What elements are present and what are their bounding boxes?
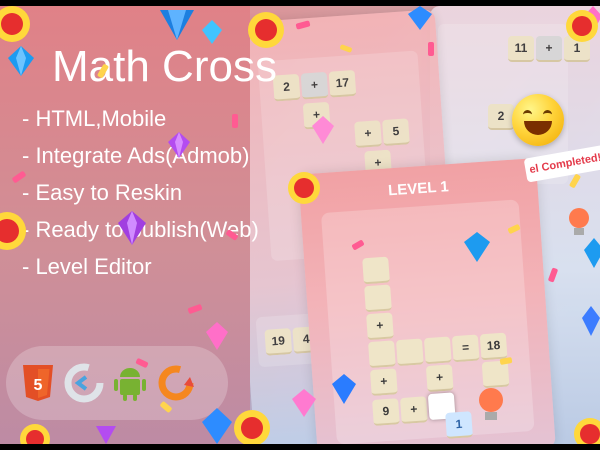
tile: + (536, 36, 562, 62)
tile: 9 (372, 398, 400, 426)
html5-logo-icon: 5 (18, 361, 58, 405)
blue-gem-icon (584, 238, 600, 268)
tile: + (400, 396, 428, 425)
blue-gem-icon (202, 20, 222, 44)
tile[interactable]: 1 (445, 411, 473, 439)
tile[interactable] (362, 256, 390, 285)
tile: 18 (479, 332, 508, 361)
tile[interactable] (481, 360, 510, 389)
starburst-icon (20, 424, 50, 444)
tile: = (451, 334, 480, 363)
blue-gem-icon (408, 6, 432, 30)
tile: + (300, 71, 329, 100)
tile: + (354, 120, 382, 149)
tile[interactable] (423, 336, 452, 365)
tile: 17 (328, 69, 357, 98)
blue-gem-icon (202, 408, 232, 444)
feature-item: - HTML,Mobile (22, 106, 167, 131)
confetti-piece (232, 114, 238, 128)
orange-loop-logo-icon (156, 361, 196, 405)
pink-gem-icon (312, 116, 334, 144)
starburst-icon (0, 212, 26, 250)
blue-gem-icon (160, 10, 194, 40)
feature-item: - Level Editor (22, 254, 152, 279)
tile[interactable] (395, 338, 424, 367)
tech-logo-strip: 5 (6, 346, 228, 420)
feature-list: - HTML,Mobile - Integrate Ads(Admob) - E… (22, 104, 259, 289)
blue-gem-icon (464, 232, 490, 262)
game-screenshot: 11 + 1 2 + 2 + 17 + + 5 + 19 4 LEVEL 1 +… (0, 6, 600, 444)
tile: + (425, 364, 454, 393)
blue-gem-icon (332, 374, 356, 404)
tile[interactable] (364, 284, 392, 313)
pink-gem-icon (292, 389, 316, 417)
purple-gem-icon (118, 211, 146, 245)
feature-item: - Integrate Ads(Admob) (22, 143, 250, 168)
starburst-icon (288, 172, 320, 204)
tile: + (366, 312, 394, 341)
tile: 19 (264, 328, 293, 356)
purple-gem-icon (168, 132, 190, 158)
svg-text:5: 5 (34, 377, 43, 394)
construct-logo-icon (64, 361, 104, 405)
hint-bulb-icon (479, 388, 503, 420)
tile: + (369, 368, 398, 397)
confetti-piece (428, 42, 434, 56)
tile: 5 (382, 118, 410, 147)
feature-item: - Easy to Reskin (22, 180, 183, 205)
hint-bulb-icon (569, 208, 589, 235)
pink-gem-icon (206, 322, 228, 350)
tile: 2 (488, 104, 514, 130)
tile: 11 (508, 36, 534, 62)
starburst-icon (234, 410, 270, 444)
tile[interactable] (368, 340, 396, 369)
starburst-icon (574, 418, 600, 444)
blue-gem-icon (8, 46, 34, 76)
blue-gem-icon (582, 306, 600, 336)
starburst-icon (0, 6, 30, 42)
starburst-icon (248, 12, 284, 48)
purple-gem-icon (96, 426, 116, 444)
laughing-emoji-icon (512, 94, 564, 146)
starburst-icon (566, 10, 598, 42)
